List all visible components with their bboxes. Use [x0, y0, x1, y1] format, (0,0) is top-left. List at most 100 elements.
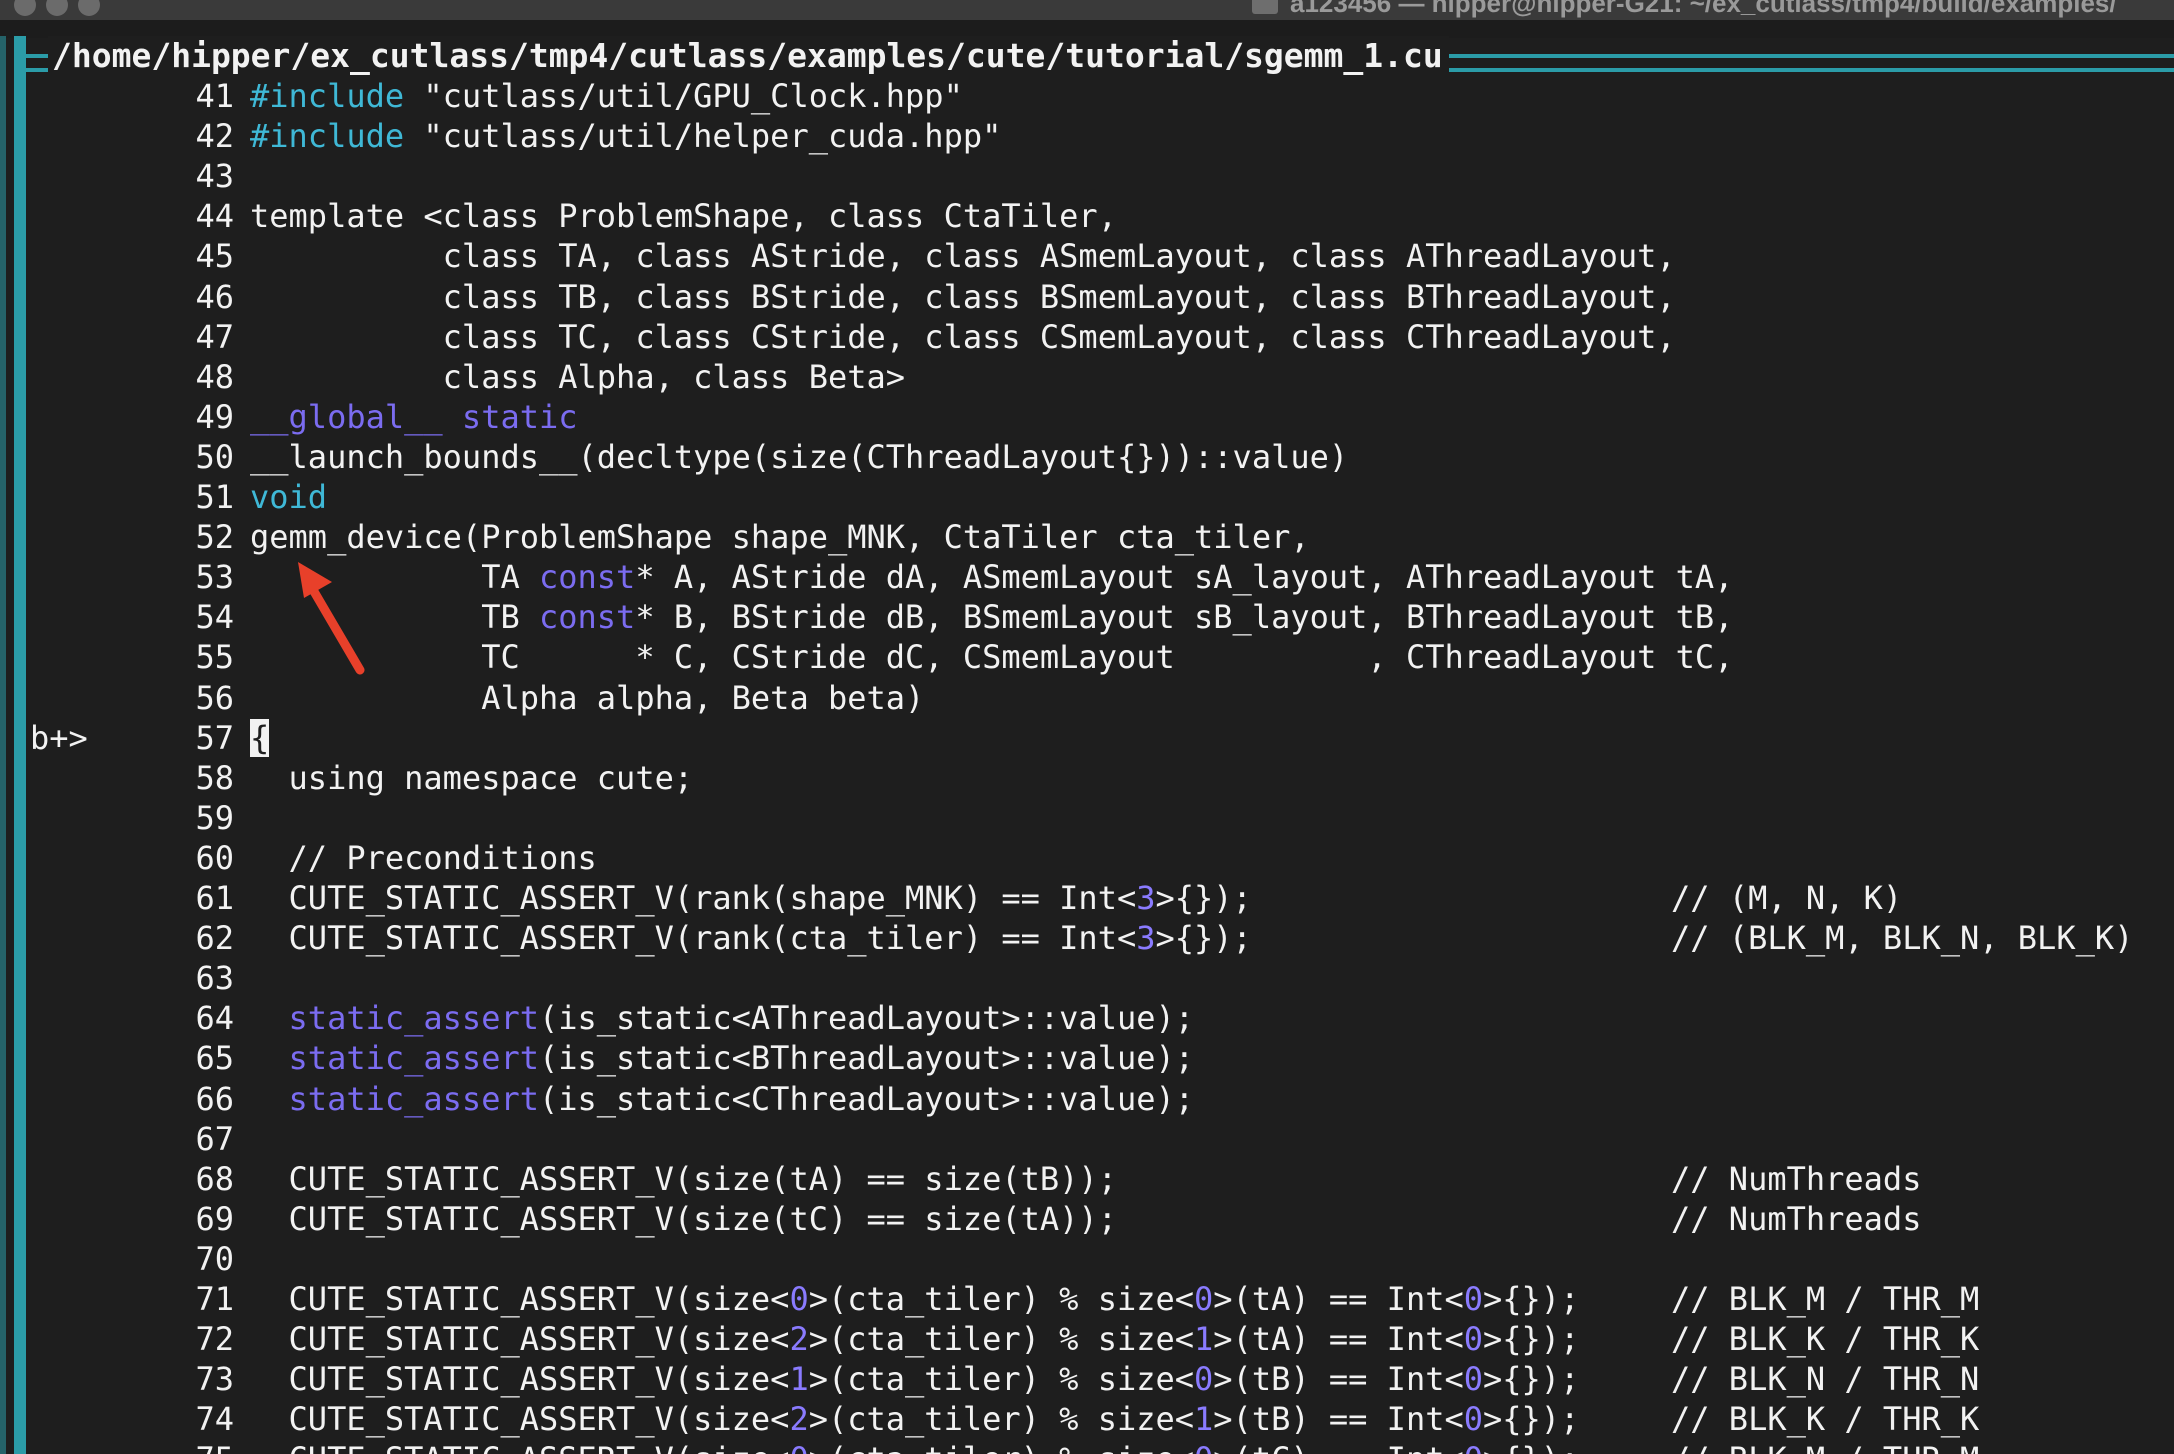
code-text: { — [250, 718, 270, 758]
code-token: using namespace cute; — [250, 758, 694, 797]
zoom-window-icon[interactable] — [78, 0, 100, 16]
code-token: gemm_device(ProblemShape shape_MNK, CtaT… — [250, 518, 1310, 557]
line-number: 62 — [195, 919, 234, 958]
code-token: * A, AStride dA, ASmemLayout sA_layout, … — [635, 558, 1734, 597]
code-token: >{}); — [1483, 1320, 1580, 1359]
code-token: 2 — [789, 1320, 809, 1359]
code-line[interactable]: 44 template <class ProblemShape, class Ct… — [26, 196, 2174, 236]
code-line[interactable]: 56 Alpha alpha, Beta beta) — [26, 678, 2174, 718]
code-token: class Alpha, class Beta> — [250, 357, 906, 396]
code-line[interactable]: 71 CUTE_STATIC_ASSERT_V(size<0>(cta_tile… — [26, 1279, 2174, 1319]
code-line[interactable]: 51 void — [26, 477, 2174, 517]
code-token: CUTE_STATIC_ASSERT_V(size(tA) == size(tB… — [250, 1159, 1117, 1198]
code-line[interactable]: 62 CUTE_STATIC_ASSERT_V(rank(cta_tiler) … — [26, 918, 2174, 958]
code-token: const — [538, 598, 636, 637]
line-number: 50 — [195, 437, 234, 476]
code-line[interactable]: 68 CUTE_STATIC_ASSERT_V(size(tA) == size… — [26, 1159, 2174, 1199]
code-text: class TC, class CStride, class CSmemLayo… — [250, 317, 1676, 357]
code-comment: // BLK_K / THR_K — [1671, 1320, 1980, 1359]
code-line[interactable]: 58 using namespace cute; — [26, 758, 2174, 798]
code-token: 0 — [1463, 1320, 1483, 1359]
code-text: static_assert(is_static<AThreadLayout>::… — [250, 998, 1194, 1038]
code-token: 0 — [1463, 1400, 1483, 1439]
line-number: 72 — [195, 1320, 234, 1359]
code-line[interactable]: 63 — [26, 958, 2174, 998]
code-line[interactable]: 59 — [26, 798, 2174, 838]
code-line[interactable]: 50 __launch_bounds__(decltype(size(CThrea… — [26, 437, 2174, 477]
code-line[interactable]: 46 class TB, class BStride, class BSmemL… — [26, 277, 2174, 317]
code-token: >{}); — [1155, 919, 1252, 958]
breakpoint-marker[interactable]: b+> — [30, 718, 88, 758]
code-token: 3 — [1136, 919, 1156, 958]
code-token: #include — [250, 77, 405, 115]
code-line[interactable]: 72 CUTE_STATIC_ASSERT_V(size<2>(cta_tile… — [26, 1319, 2174, 1359]
code-comment: // BLK_M / THR_M — [1671, 1280, 1980, 1318]
code-token: static_assert — [288, 999, 539, 1038]
code-line[interactable]: 65 static_assert(is_static<BThreadLayout… — [26, 1038, 2174, 1078]
code-text: CUTE_STATIC_ASSERT_V(size<0>(cta_tiler) … — [250, 1439, 1580, 1454]
code-line[interactable]: 66 static_assert(is_static<CThreadLayout… — [26, 1079, 2174, 1119]
code-line[interactable]: 70 — [26, 1239, 2174, 1279]
code-line[interactable]: 45 class TA, class AStride, class ASmemL… — [26, 236, 2174, 276]
code-token: 0 — [789, 1440, 808, 1454]
line-number: 55 — [195, 638, 234, 677]
code-line[interactable]: 69 CUTE_STATIC_ASSERT_V(size(tC) == size… — [26, 1199, 2174, 1239]
code-line[interactable]: 42 #include "cutlass/util/helper_cuda.hpp… — [26, 116, 2174, 156]
code-text: gemm_device(ProblemShape shape_MNK, CtaT… — [250, 517, 1310, 557]
code-text: template <class ProblemShape, class CtaT… — [250, 196, 1117, 236]
code-line[interactable]: 49 __global__ static — [26, 397, 2174, 437]
close-window-icon[interactable] — [14, 0, 36, 16]
source-code-view[interactable]: 41 #include "cutlass/util/GPU_Clock.hpp" 4… — [26, 76, 2174, 1454]
code-token: 0 — [1194, 1280, 1214, 1318]
code-line[interactable]: 74 CUTE_STATIC_ASSERT_V(size<2>(cta_tile… — [26, 1399, 2174, 1439]
code-comment: // BLK_N / THR_N — [1671, 1360, 1980, 1399]
code-token: 0 — [789, 1280, 809, 1318]
line-number: 45 — [195, 237, 234, 276]
code-line[interactable]: 73 CUTE_STATIC_ASSERT_V(size<1>(cta_tile… — [26, 1359, 2174, 1399]
code-comment: // BLK_M / THR_M — [1671, 1439, 1979, 1454]
code-line[interactable]: 48 class Alpha, class Beta> — [26, 357, 2174, 397]
code-token: 2 — [789, 1400, 809, 1439]
code-text: Alpha alpha, Beta beta) — [250, 678, 924, 718]
code-line[interactable]: 75 CUTE_STATIC_ASSERT_V(size<0>(cta_tile… — [26, 1439, 2174, 1454]
code-line[interactable]: b+> 57 { — [26, 718, 2174, 758]
code-token: CUTE_STATIC_ASSERT_V(size< — [250, 1360, 790, 1399]
code-token: >{}); — [1483, 1440, 1579, 1454]
code-token: 1 — [789, 1360, 809, 1399]
code-token: static_assert — [288, 1079, 539, 1118]
code-line[interactable]: 47 class TC, class CStride, class CSmemL… — [26, 317, 2174, 357]
minimize-window-icon[interactable] — [46, 0, 68, 16]
code-token: class TA, class AStride, class ASmemLayo… — [250, 237, 1676, 276]
line-number: 66 — [195, 1079, 234, 1118]
code-text: #include "cutlass/util/helper_cuda.hpp" — [250, 116, 1001, 156]
code-text: static_assert(is_static<BThreadLayout>::… — [250, 1038, 1194, 1078]
code-token: CUTE_STATIC_ASSERT_V(size< — [250, 1440, 790, 1454]
code-token: class TC, class CStride, class CSmemLayo… — [250, 317, 1676, 356]
code-line[interactable]: 61 CUTE_STATIC_ASSERT_V(rank(shape_MNK) … — [26, 878, 2174, 918]
line-number: 61 — [195, 879, 234, 917]
code-line[interactable]: 64 static_assert(is_static<AThreadLayout… — [26, 998, 2174, 1038]
code-token: // Preconditions — [250, 838, 597, 877]
code-token: static_assert — [288, 1039, 539, 1078]
line-number: 59 — [195, 798, 234, 837]
line-number: 56 — [195, 678, 234, 717]
code-line[interactable]: 67 — [26, 1119, 2174, 1159]
code-text: __global__ static — [250, 397, 578, 437]
line-number: 65 — [195, 1039, 234, 1078]
code-line[interactable]: 60 // Preconditions — [26, 838, 2174, 878]
code-token: #include — [250, 117, 405, 156]
code-token: 0 — [1463, 1280, 1483, 1318]
code-line[interactable]: 52 gemm_device(ProblemShape shape_MNK, Ct… — [26, 517, 2174, 557]
code-token: 0 — [1463, 1360, 1483, 1399]
line-number: 44 — [195, 197, 234, 236]
code-line[interactable]: 43 — [26, 156, 2174, 196]
code-token: 0 — [1194, 1360, 1214, 1399]
code-line[interactable]: 41 #include "cutlass/util/GPU_Clock.hpp" — [26, 76, 2174, 116]
code-comment: // NumThreads — [1671, 1199, 1922, 1238]
code-token: "cutlass/util/GPU_Clock.hpp" — [404, 77, 963, 115]
line-number: 46 — [195, 277, 234, 316]
code-token: 3 — [1136, 879, 1156, 917]
line-number: 69 — [195, 1199, 234, 1238]
